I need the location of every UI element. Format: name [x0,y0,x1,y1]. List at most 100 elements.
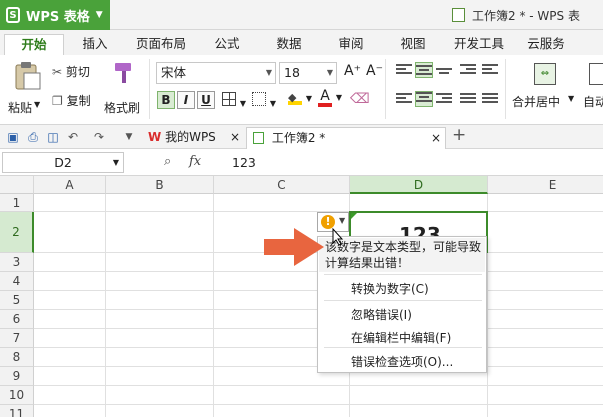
tab-home[interactable]: 开始 [4,34,64,55]
document-tab-bar: ▣ ⎙ ◫ ↶ ↷ ▼ W 我的WPS × 工作簿2 * × + [0,125,603,149]
wps-logo-icon: S [6,7,20,23]
copy-label: 复制 [66,94,91,108]
menu-divider [324,300,482,301]
close-icon[interactable]: × [230,127,240,147]
column-header-b[interactable]: B [106,176,214,194]
row-header-7[interactable]: 7 [0,329,34,348]
tab-insert[interactable]: 插入 [72,34,118,55]
menu-item-convert-to-number[interactable]: 转换为数字(C) [351,280,429,297]
auto-wrap-button[interactable]: 自动 [583,61,603,117]
column-header-c[interactable]: C [214,176,350,194]
column-header-a[interactable]: A [34,176,106,194]
ribbon-tabs: 开始 插入 页面布局 公式 数据 审阅 视图 开发工具 云服务 [0,30,603,55]
doctab-label: 我的WPS [165,130,216,144]
justify-icon[interactable] [460,93,476,107]
close-icon[interactable]: × [431,128,441,148]
doctab-workbook2[interactable]: 工作簿2 * × [246,127,446,149]
row-header-9[interactable]: 9 [0,367,34,386]
tab-developer[interactable]: 开发工具 [448,34,510,55]
tab-formulas[interactable]: 公式 [204,34,250,55]
copy-button[interactable]: ❐ 复制 [52,92,91,109]
zoom-icon[interactable]: ⌕ [164,154,171,169]
error-indicator-icon [351,213,357,219]
row-header-8[interactable]: 8 [0,348,34,367]
print-icon[interactable]: ⎙ [26,130,40,144]
gridline [34,404,603,405]
align-center-icon[interactable] [415,91,433,107]
gridline [105,194,106,417]
save-icon[interactable]: ▣ [6,130,20,144]
copy-icon: ❐ [52,94,63,108]
tab-review[interactable]: 审阅 [328,34,374,55]
row-header-1[interactable]: 1 [0,194,34,212]
fill-pattern-button[interactable]: ▼ [252,92,276,109]
tab-page-layout[interactable]: 页面布局 [130,34,192,55]
shrink-font-button[interactable]: A⁻ [366,63,383,79]
merge-icon: ⇔ [534,63,556,85]
spreadsheet-grid[interactable]: A B C D E 1 2 3 4 5 6 7 8 9 10 11 123 ! … [0,176,603,417]
select-all-corner[interactable] [0,176,34,194]
align-top-icon[interactable] [396,64,412,78]
print-preview-icon[interactable]: ◫ [46,130,60,144]
align-left-icon[interactable] [396,93,412,107]
row-header-5[interactable]: 5 [0,291,34,310]
row-header-3[interactable]: 3 [0,253,34,272]
italic-button[interactable]: I [177,91,195,109]
font-name-select[interactable]: 宋体 ▼ [156,62,276,84]
chevron-down-icon: ▼ [95,10,103,20]
chevron-down-icon: ▼ [112,158,119,167]
cursor-icon [332,228,344,246]
row-header-10[interactable]: 10 [0,386,34,405]
menu-item-edit-in-formula-bar[interactable]: 在编辑栏中编辑(F) [351,329,451,346]
window-title: 工作簿2 * - WPS 表 [472,9,580,23]
redo-icon[interactable]: ↷ [92,130,106,144]
row-header-2[interactable]: 2 [0,212,34,253]
auto-wrap-label: 自动 [583,95,603,109]
app-menu-button[interactable]: S WPS 表格 ▼ [0,0,110,30]
bold-button[interactable]: B [157,91,175,109]
cut-button[interactable]: ✂ 剪切 [52,63,90,80]
clear-format-button[interactable]: ⌫ [350,91,370,107]
align-right-icon[interactable] [436,93,452,107]
function-button[interactable]: fx [189,154,201,169]
border-button[interactable]: ▼ [222,92,246,109]
font-color-button[interactable]: A ▼ [318,89,342,107]
menu-item-error-check-options[interactable]: 错误检查选项(O)... [351,353,453,370]
customize-qat-icon[interactable]: ▼ [122,130,136,144]
error-message: 该数字是文本类型，可能导致计算结果出错！ [325,240,482,270]
row-header-11[interactable]: 11 [0,405,34,417]
new-tab-button[interactable]: + [452,127,466,144]
column-header-e[interactable]: E [488,176,603,194]
row-header-4[interactable]: 4 [0,272,34,291]
column-header-d[interactable]: D [350,176,488,194]
format-painter-button[interactable]: 格式刷 [104,61,144,117]
paste-button[interactable]: 粘贴 ▼ [8,61,44,117]
align-middle-icon[interactable] [415,62,433,78]
doctab-my-wps[interactable]: W 我的WPS × [142,127,242,149]
arrow-right-icon [264,228,324,266]
menu-item-ignore-error[interactable]: 忽略错误(I) [351,306,412,323]
underline-button[interactable]: U [197,91,215,109]
tab-data[interactable]: 数据 [266,34,312,55]
formula-bar: D2 ▼ ⌕ fx 123 [0,149,603,176]
name-box[interactable]: D2 ▼ [2,152,124,173]
formula-input[interactable]: 123 [232,155,256,170]
brush-icon [115,63,131,83]
sheet-icon [253,132,264,144]
fill-color-button[interactable]: ◆ ▼ [288,90,312,105]
wps-logo-icon: W [148,130,162,144]
row-header-6[interactable]: 6 [0,310,34,329]
tab-cloud[interactable]: 云服务 [520,34,572,55]
outdent-icon[interactable] [482,64,498,78]
align-bottom-icon[interactable] [436,64,452,78]
undo-icon[interactable]: ↶ [66,130,80,144]
menu-divider [324,274,482,275]
indent-icon[interactable] [460,64,476,78]
tab-view[interactable]: 视图 [390,34,436,55]
grow-font-button[interactable]: A⁺ [344,63,361,79]
chevron-down-icon: ▼ [305,94,312,103]
font-size-select[interactable]: 18 ▼ [279,62,337,84]
distribute-icon[interactable] [482,93,498,107]
scissors-icon: ✂ [52,65,63,79]
merge-center-button[interactable]: ⇔ 合并居中 ▼ [512,61,578,117]
